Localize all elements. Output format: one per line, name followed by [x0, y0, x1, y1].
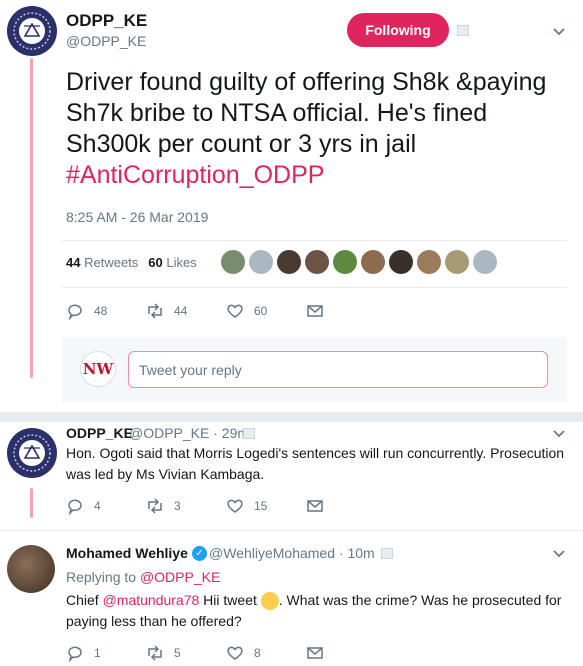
message-action[interactable]	[306, 497, 386, 515]
reply-handle-time[interactable]: @ODPP_KE · 29m	[129, 425, 249, 441]
liker-avatar[interactable]	[473, 250, 497, 274]
retweet-action[interactable]: 5	[146, 644, 226, 662]
chevron-down-icon[interactable]	[549, 22, 569, 42]
reply-icon	[68, 304, 82, 320]
reply-text: Hon. Ogoti said that Morris Logedi's sen…	[66, 445, 565, 482]
like-action[interactable]: 15	[226, 497, 306, 515]
likers-avatars	[221, 250, 497, 274]
reply-action[interactable]: 4	[66, 497, 146, 515]
hashtag-link[interactable]: #AntiCorruption_ODPP	[66, 161, 324, 189]
reply-handle-time[interactable]: @WehliyeMohamed · 10m	[209, 545, 375, 561]
liker-avatar[interactable]	[361, 250, 385, 274]
liker-avatar[interactable]	[445, 250, 469, 274]
retweet-action[interactable]: 44	[146, 302, 226, 320]
reply-composer: NW Tweet your reply	[62, 337, 567, 402]
reply-author-name[interactable]: Mohamed Wehliye	[66, 545, 188, 561]
like-action[interactable]: 60	[226, 302, 306, 320]
liker-avatar[interactable]	[277, 250, 301, 274]
like-action[interactable]: 8	[226, 644, 306, 662]
divider	[62, 240, 567, 241]
heart-icon	[227, 304, 243, 318]
divider	[62, 287, 567, 288]
likes-stat[interactable]: 60 Likes	[148, 255, 196, 270]
retweet-icon	[148, 645, 162, 661]
liker-avatar[interactable]	[249, 250, 273, 274]
reply-actions: 4 3 15	[66, 497, 386, 515]
thread-connector	[30, 488, 33, 518]
odpp-avatar[interactable]	[7, 6, 57, 56]
envelope-icon	[307, 500, 323, 512]
reply-author-name[interactable]: ODPP_KE	[66, 425, 133, 441]
reply-icon	[68, 499, 82, 515]
following-button[interactable]: Following	[347, 13, 449, 47]
tweet-timestamp[interactable]: 8:25 AM - 26 Mar 2019	[66, 209, 208, 225]
mohamed-avatar[interactable]	[7, 545, 55, 593]
current-user-avatar: NW	[80, 351, 116, 387]
flag-icon	[457, 25, 469, 36]
verified-badge-icon: ✓	[192, 546, 207, 561]
reply-action[interactable]: 48	[66, 302, 146, 320]
liker-avatar[interactable]	[305, 250, 329, 274]
flag-icon	[243, 428, 255, 439]
author-handle[interactable]: @ODPP_KE	[66, 33, 146, 49]
chevron-down-icon[interactable]	[549, 424, 569, 444]
retweet-icon	[148, 498, 162, 514]
thinking-face-emoji-icon	[260, 592, 279, 611]
odpp-avatar[interactable]	[7, 428, 57, 478]
replying-to: Replying to @ODPP_KE	[66, 569, 221, 585]
tweet-body: Driver found guilty of offering Sh8k &pa…	[66, 68, 547, 158]
heart-icon	[227, 499, 243, 513]
chevron-down-icon[interactable]	[549, 544, 569, 564]
tweet-text: Driver found guilty of offering Sh8k &pa…	[66, 67, 566, 191]
message-action[interactable]	[306, 644, 386, 662]
liker-avatar[interactable]	[221, 250, 245, 274]
reply-action[interactable]: 1	[66, 644, 146, 662]
retweet-action[interactable]: 3	[146, 497, 226, 515]
tweet-actions: 48 44 60	[66, 302, 386, 320]
envelope-icon	[307, 305, 323, 317]
message-action[interactable]	[306, 302, 386, 320]
reply-text: Chief @matundura78 Hii tweet . What was …	[66, 592, 562, 629]
reply-icon	[68, 646, 82, 662]
replying-to-link[interactable]: @ODPP_KE	[140, 569, 220, 585]
divider	[0, 530, 583, 531]
reply-actions: 1 5 8	[66, 644, 386, 662]
reply-input[interactable]: Tweet your reply	[128, 351, 548, 388]
author-name[interactable]: ODPP_KE	[66, 11, 147, 31]
retweet-icon	[148, 303, 162, 319]
flag-icon	[381, 548, 393, 559]
section-separator	[0, 412, 583, 422]
thread-connector	[30, 58, 33, 378]
heart-icon	[227, 646, 243, 660]
liker-avatar[interactable]	[389, 250, 413, 274]
liker-avatar[interactable]	[417, 250, 441, 274]
mention-link[interactable]: @matundura78	[103, 592, 200, 608]
tweet-stats: 44 Retweets 60 Likes	[66, 255, 197, 270]
retweets-stat[interactable]: 44 Retweets	[66, 255, 138, 270]
liker-avatar[interactable]	[333, 250, 357, 274]
envelope-icon	[307, 647, 323, 659]
